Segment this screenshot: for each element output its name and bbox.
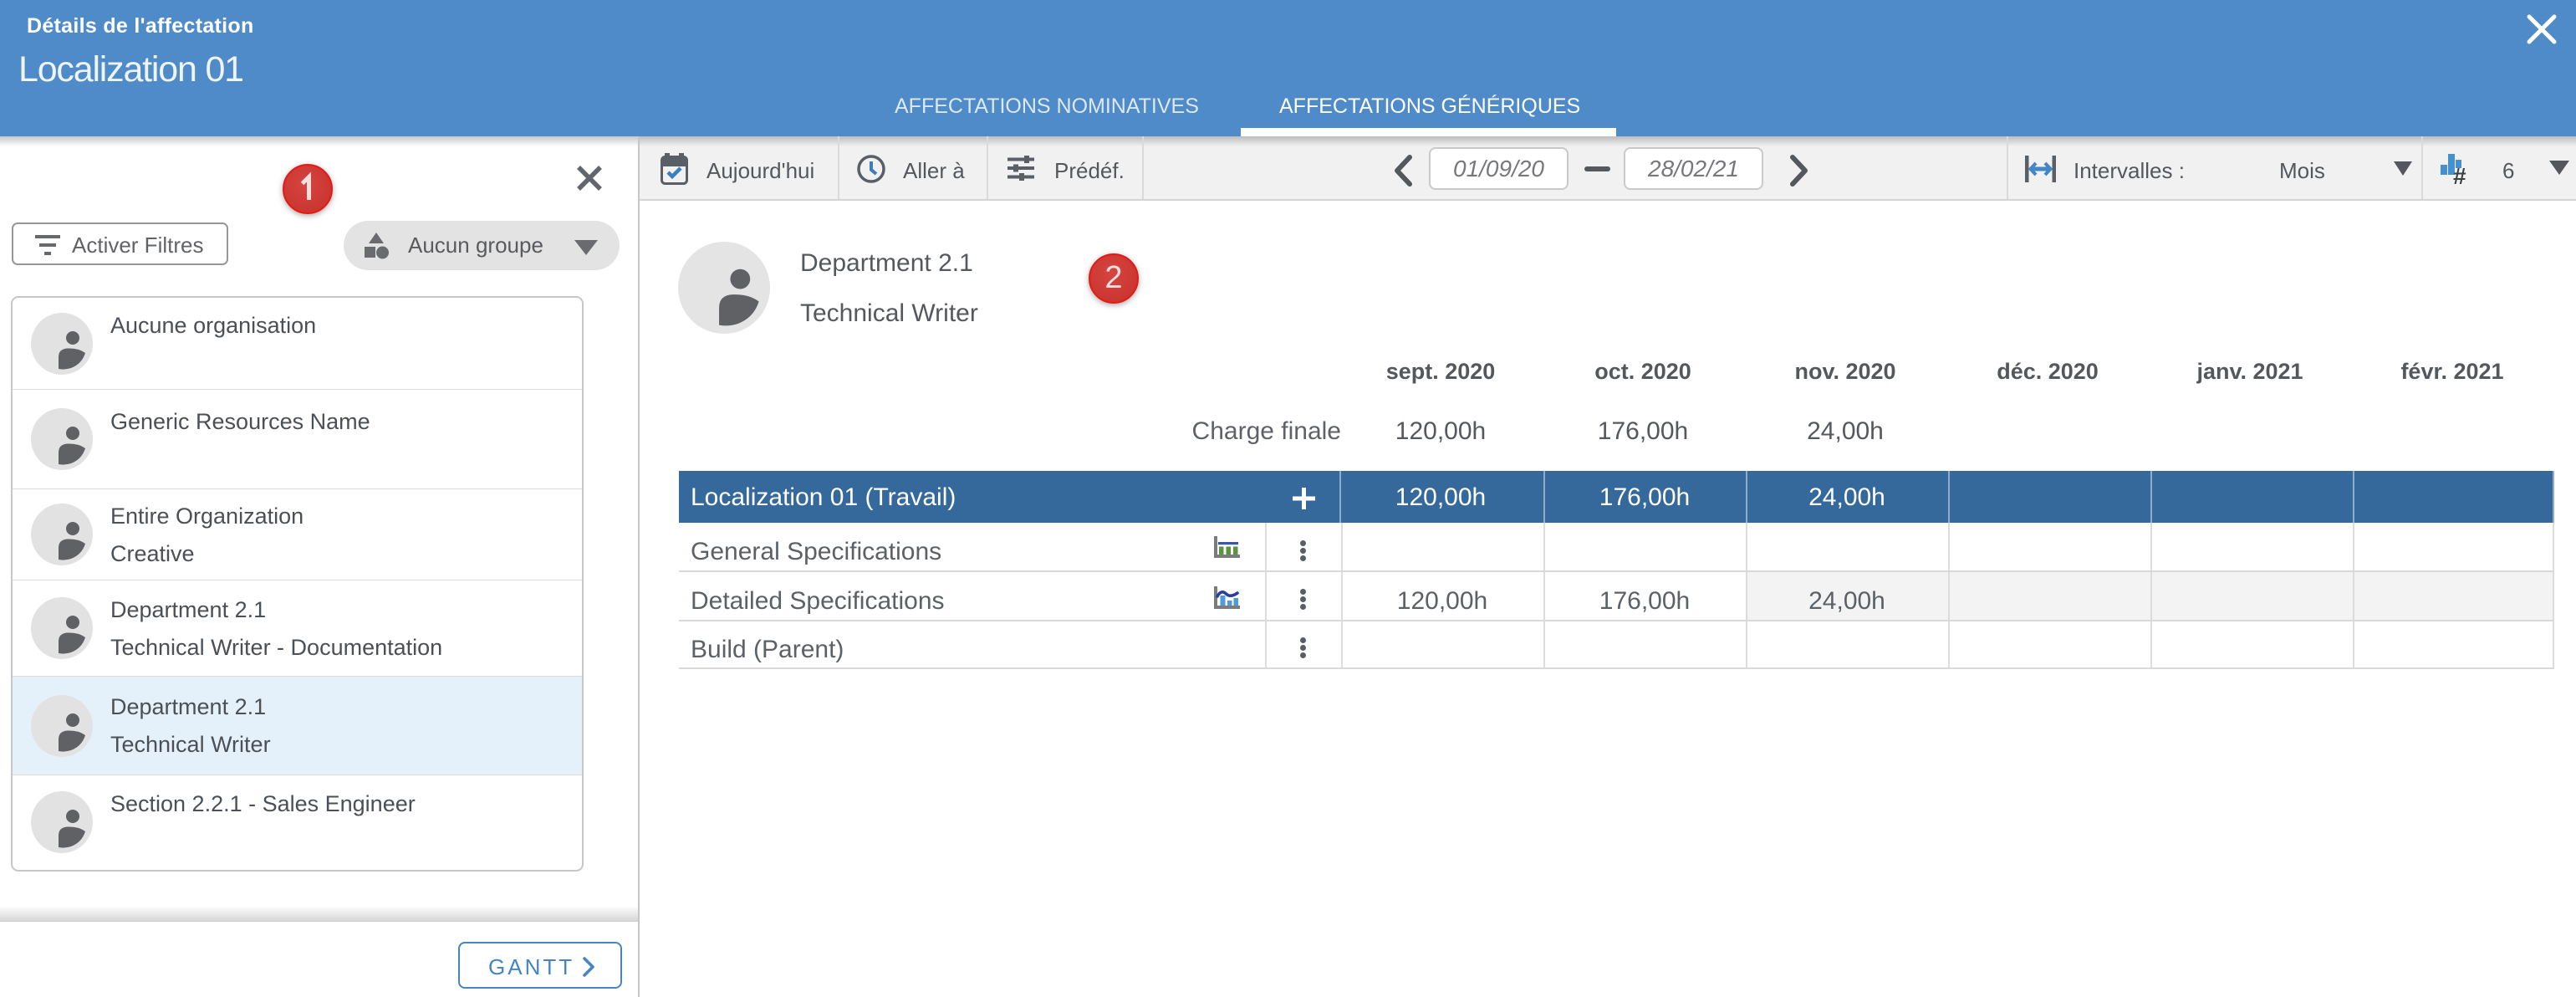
svg-text:#: # bbox=[2453, 163, 2466, 186]
